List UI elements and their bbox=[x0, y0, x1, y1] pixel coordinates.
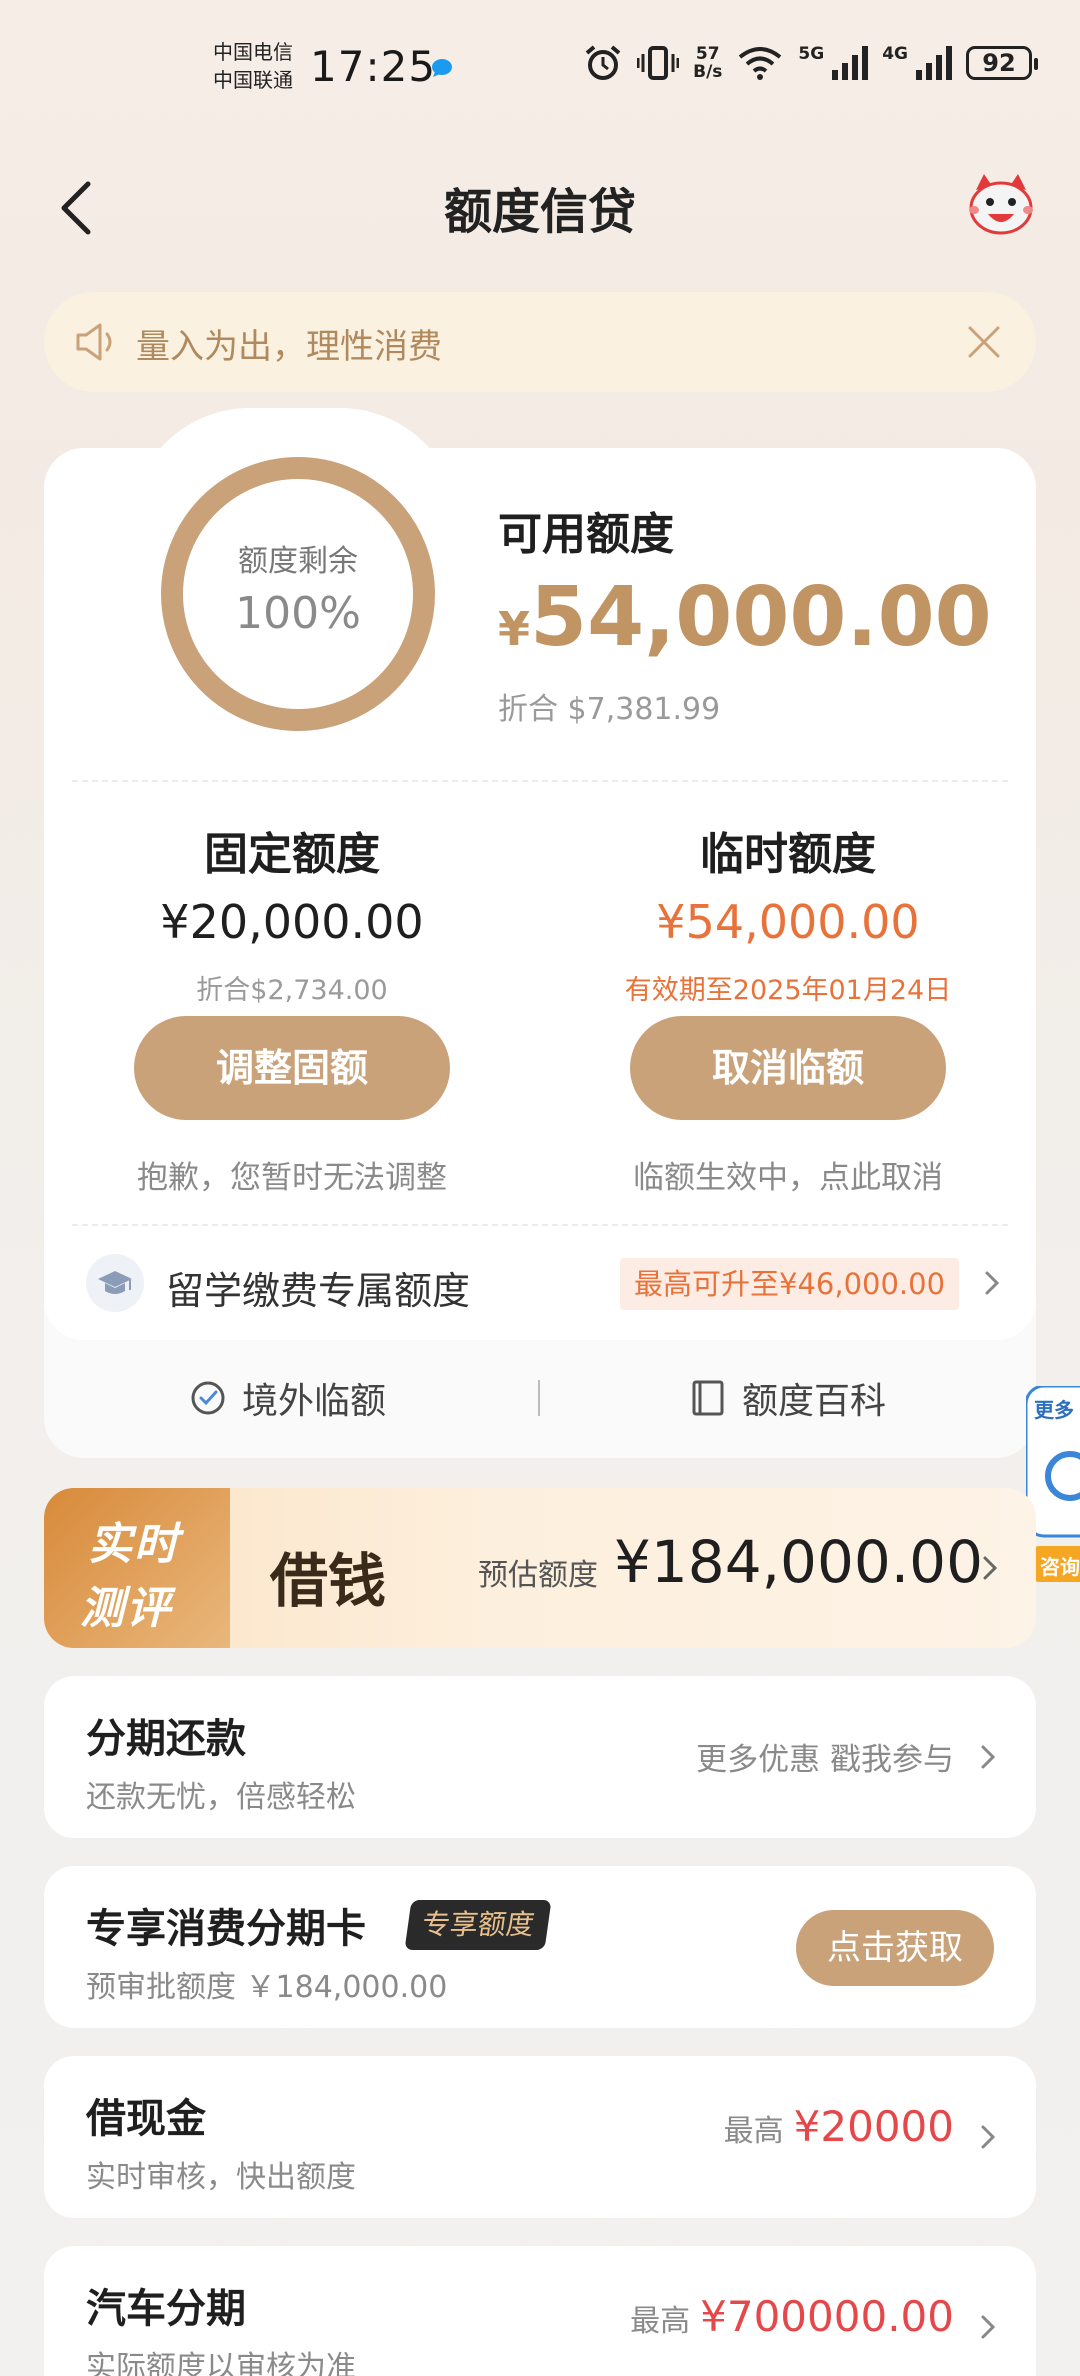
temporary-quota-note[interactable]: 临额生效中，点此取消 bbox=[548, 1152, 1028, 1197]
clock: 17:25 bbox=[310, 42, 437, 91]
installment-repayment-card[interactable]: 分期还款 还款无忧，倍感轻松 更多优惠 戳我参与 bbox=[44, 1676, 1036, 1838]
available-quota-title: 可用额度 bbox=[498, 509, 674, 560]
nav-bar: 额度信贷 bbox=[0, 160, 1080, 250]
consult-widget-top-text: 更多 bbox=[1034, 1398, 1074, 1422]
loan-evaluation-banner[interactable]: 实时 测评 借钱 预估额度 ¥184,000.00 bbox=[44, 1488, 1036, 1648]
chevron-right-icon bbox=[981, 1745, 996, 1769]
installment-repayment-title: 分期还款 bbox=[86, 1716, 246, 1762]
book-icon bbox=[692, 1380, 724, 1416]
notice-banner: 量入为出，理性消费 bbox=[44, 292, 1036, 392]
study-abroad-quota-badge: 最高可升至¥46,000.00 bbox=[620, 1258, 960, 1310]
carrier-2: 中国联通 bbox=[213, 68, 293, 92]
fixed-quota-note: 抱歉，您暂时无法调整 bbox=[137, 1160, 447, 1196]
currency-symbol: ¥ bbox=[498, 602, 531, 656]
cash-loan-max-label: 最高 bbox=[723, 2114, 784, 2149]
car-installment-max-value: ¥700000.00 bbox=[700, 2292, 954, 2341]
signal-bars-1-icon bbox=[832, 46, 869, 80]
alarm-icon bbox=[585, 45, 621, 80]
car-installment-max: 最高 ¥700000.00 bbox=[630, 2292, 954, 2341]
installment-repayment-subtitle: 还款无忧，倍感轻松 bbox=[86, 1780, 356, 1815]
graduation-cap-icon bbox=[86, 1254, 144, 1312]
battery-indicator: 92 bbox=[966, 46, 1038, 80]
adjust-fixed-quota-button[interactable]: 调整固额 bbox=[134, 1016, 450, 1120]
signal-bars-2-icon bbox=[916, 46, 952, 80]
network-speed: 57 B/s bbox=[693, 45, 722, 81]
loan-estimate-label: 预估额度 bbox=[478, 1558, 598, 1593]
fixed-quota-title: 固定额度 bbox=[204, 829, 380, 880]
vibrate-icon bbox=[637, 46, 680, 80]
quota-encyclopedia-link[interactable]: 额度百科 bbox=[688, 1372, 886, 1424]
network-speed-value: 57 bbox=[695, 44, 720, 64]
quota-encyclopedia-label: 额度百科 bbox=[742, 1381, 887, 1422]
quota-tools-row: 境外临额 额度百科 bbox=[44, 1360, 1036, 1440]
consumer-installment-subtitle: 预审批额度 ￥184,000.00 bbox=[86, 1970, 448, 2005]
message-notification-icon bbox=[432, 59, 452, 77]
ring-label: 额度剩余 bbox=[238, 544, 358, 579]
consumer-installment-card[interactable]: 专享消费分期卡 专享额度 预审批额度 ￥184,000.00 点击获取 bbox=[44, 1866, 1036, 2028]
carrier-1: 中国电信 bbox=[213, 40, 293, 64]
divider bbox=[72, 1224, 1008, 1226]
cash-loan-max: 最高 ¥20000 bbox=[724, 2102, 954, 2151]
temporary-quota-amount: ¥54,000.00 bbox=[656, 895, 920, 949]
available-quota-converted: 折合 $7,381.99 bbox=[498, 692, 721, 727]
chevron-right-icon bbox=[981, 2315, 996, 2339]
chevron-right-icon bbox=[981, 2125, 996, 2149]
loan-title: 借钱 bbox=[270, 1547, 387, 1615]
network-speed-unit: B/s bbox=[693, 62, 723, 82]
realtime-tag-line2: 测评 bbox=[80, 1583, 172, 1634]
chevron-right-icon bbox=[985, 1271, 1000, 1295]
ring-value: 100% bbox=[235, 588, 361, 639]
mascot-assistant-icon[interactable] bbox=[966, 172, 1036, 238]
cash-loan-card[interactable]: 借现金 实时审核，快出额度 最高 ¥20000 bbox=[44, 2056, 1036, 2218]
notice-text: 量入为出，理性消费 bbox=[136, 327, 442, 367]
cash-loan-subtitle: 实时审核，快出额度 bbox=[86, 2160, 356, 2195]
study-abroad-quota-label: 留学缴费专属额度 bbox=[166, 1269, 471, 1313]
realtime-tag-line1: 实时 bbox=[88, 1519, 180, 1570]
cash-loan-max-value: ¥20000 bbox=[793, 2102, 954, 2151]
divider bbox=[72, 780, 1008, 782]
overseas-temp-quota-label: 境外临额 bbox=[242, 1381, 387, 1422]
get-card-button[interactable]: 点击获取 bbox=[796, 1910, 994, 1986]
status-icons: 57 B/s 5G 4G 92 bbox=[583, 44, 1038, 82]
consult-widget-bottom-text: 咨询 bbox=[1040, 1555, 1080, 1579]
overseas-quota-icon bbox=[191, 1381, 225, 1415]
page-title: 额度信贷 bbox=[443, 184, 636, 240]
status-bar: 中国电信 中国联通 17:25 57 B/s 5G 4G 92 bbox=[0, 0, 1080, 130]
installment-repayment-promo: 更多优惠 戳我参与 bbox=[696, 1742, 954, 1778]
car-installment-title: 汽车分期 bbox=[86, 2286, 246, 2332]
fixed-quota-amount: ¥20,000.00 bbox=[160, 895, 424, 949]
close-icon[interactable] bbox=[966, 324, 1002, 360]
exclusive-quota-badge: 专享额度 bbox=[404, 1900, 552, 1950]
fixed-quota-converted: 折合$2,734.00 bbox=[196, 975, 388, 1006]
carrier-names: 中国电信 中国联通 bbox=[213, 38, 293, 94]
consumer-installment-title: 专享消费分期卡 bbox=[86, 1906, 366, 1952]
wifi-icon bbox=[739, 47, 782, 80]
cancel-temporary-quota-button[interactable]: 取消临额 bbox=[630, 1016, 946, 1120]
loan-estimate-value: ¥184,000.00 bbox=[614, 1528, 983, 1596]
realtime-evaluation-tag: 实时 测评 bbox=[44, 1488, 230, 1648]
car-installment-card[interactable]: 汽车分期 实际额度以审核为准 最高 ¥700000.00 bbox=[44, 2246, 1036, 2376]
speaker-icon bbox=[76, 323, 112, 361]
overseas-temp-quota-link[interactable]: 境外临额 bbox=[188, 1372, 386, 1424]
network-type-2: 4G bbox=[882, 44, 908, 64]
temporary-quota-title: 临时额度 bbox=[700, 829, 876, 880]
temporary-quota-validity: 有效期至2025年01月24日 bbox=[624, 975, 952, 1006]
study-abroad-quota-row[interactable]: 留学缴费专属额度 最高可升至¥46,000.00 bbox=[86, 1254, 1006, 1314]
cash-loan-title: 借现金 bbox=[86, 2096, 206, 2142]
available-amount-value: 54,000.00 bbox=[530, 570, 992, 665]
available-quota-amount: ¥54,000.00 bbox=[498, 570, 992, 665]
tools-divider bbox=[538, 1380, 540, 1416]
car-installment-subtitle: 实际额度以审核为准 bbox=[86, 2350, 356, 2376]
car-installment-max-label: 最高 bbox=[630, 2304, 691, 2339]
network-type-1: 5G bbox=[798, 44, 825, 64]
chevron-right-icon bbox=[983, 1556, 998, 1580]
